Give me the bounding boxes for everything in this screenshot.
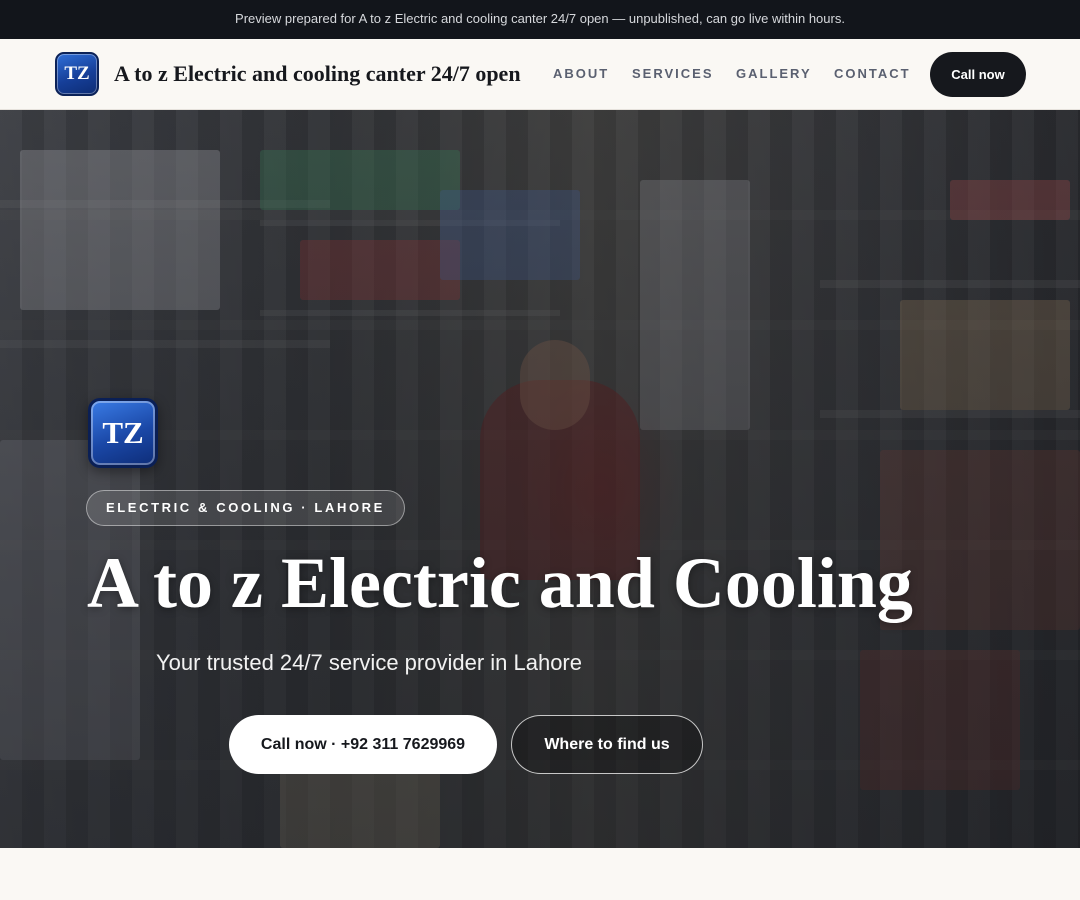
hero-title: A to z Electric and Cooling (87, 543, 913, 623)
preview-banner: Preview prepared for A to z Electric and… (0, 0, 1080, 39)
find-us-button[interactable]: Where to find us (511, 715, 703, 774)
call-now-button[interactable]: Call now · +92 311 7629969 (229, 715, 497, 774)
header-call-button[interactable]: Call now (930, 52, 1026, 97)
nav-link-services[interactable]: SERVICES (632, 66, 714, 81)
nav-link-gallery[interactable]: GALLERY (736, 66, 812, 81)
nav-link-contact[interactable]: CONTACT (834, 66, 911, 81)
brand-logo-icon[interactable]: TZ (55, 52, 99, 96)
nav-link-about[interactable]: ABOUT (553, 66, 609, 81)
next-section (0, 848, 1080, 900)
hero-section: TZ ELECTRIC & COOLING · LAHORE A to z El… (0, 110, 1080, 848)
brand-name[interactable]: A to z Electric and cooling canter 24/7 … (114, 61, 521, 87)
hero-logo-icon: TZ (88, 398, 158, 468)
hero-eyebrow-badge: ELECTRIC & COOLING · LAHORE (86, 490, 405, 526)
hero-subtitle: Your trusted 24/7 service provider in La… (156, 650, 582, 675)
preview-banner-text: Preview prepared for A to z Electric and… (235, 11, 845, 26)
site-header: TZ A to z Electric and cooling canter 24… (0, 39, 1080, 110)
